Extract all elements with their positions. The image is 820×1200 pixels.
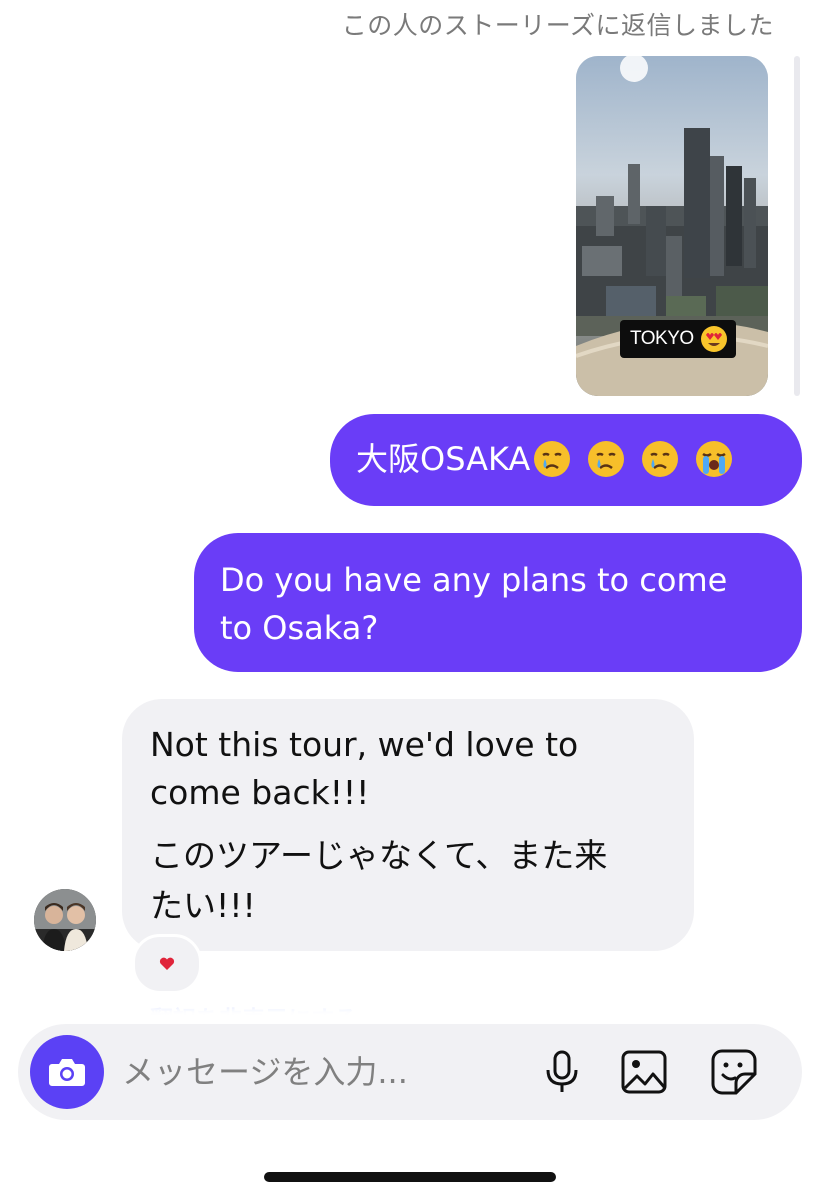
outgoing-message[interactable]: 大阪OSAKA bbox=[330, 414, 802, 506]
message-text: Not this tour, we'd love to bbox=[150, 725, 579, 764]
message-text: to Osaka? bbox=[220, 609, 379, 647]
translated-text: たい!!! bbox=[150, 886, 256, 925]
message-reaction[interactable] bbox=[132, 934, 202, 994]
profile-photo bbox=[34, 889, 96, 951]
story-scrollbar[interactable] bbox=[794, 56, 800, 396]
crying-face-icon bbox=[588, 441, 625, 477]
incoming-message[interactable]: Not this tour, we'd love to come back!!!… bbox=[122, 699, 694, 951]
gallery-button[interactable] bbox=[618, 1046, 670, 1098]
outgoing-message[interactable]: Do you have any plans to come to Osaka? bbox=[194, 533, 802, 672]
message-input[interactable] bbox=[122, 1048, 522, 1096]
sticker-button[interactable] bbox=[708, 1046, 760, 1098]
loudly-crying-face-icon bbox=[696, 441, 733, 477]
heart-eyes-emoji-icon bbox=[700, 326, 727, 352]
message-text: come back!!! bbox=[150, 773, 370, 812]
home-indicator[interactable] bbox=[264, 1172, 556, 1182]
story-sticker-text: TOKYO bbox=[630, 328, 694, 349]
story-preview[interactable]: TOKYO bbox=[576, 56, 768, 396]
crying-face-icon bbox=[642, 441, 679, 477]
story-sticker: TOKYO bbox=[620, 320, 736, 358]
story-reply-note: この人のストーリーズに返信しました bbox=[341, 11, 774, 40]
message-text: 大阪OSAKA bbox=[356, 440, 531, 478]
message-text: Do you have any plans to come bbox=[220, 561, 728, 599]
crying-face-icon bbox=[534, 441, 571, 477]
sticker-icon bbox=[711, 1049, 757, 1095]
avatar[interactable] bbox=[34, 889, 96, 951]
heart-icon bbox=[159, 957, 175, 970]
camera-icon bbox=[49, 1059, 85, 1086]
translated-text: このツアーじゃなくて、また来 bbox=[150, 836, 608, 875]
image-gallery-icon bbox=[621, 1050, 667, 1094]
voice-message-button[interactable] bbox=[536, 1046, 588, 1098]
microphone-icon bbox=[546, 1050, 578, 1092]
camera-button[interactable] bbox=[30, 1035, 104, 1109]
message-composer bbox=[18, 1024, 802, 1120]
emoji-group bbox=[532, 436, 734, 482]
